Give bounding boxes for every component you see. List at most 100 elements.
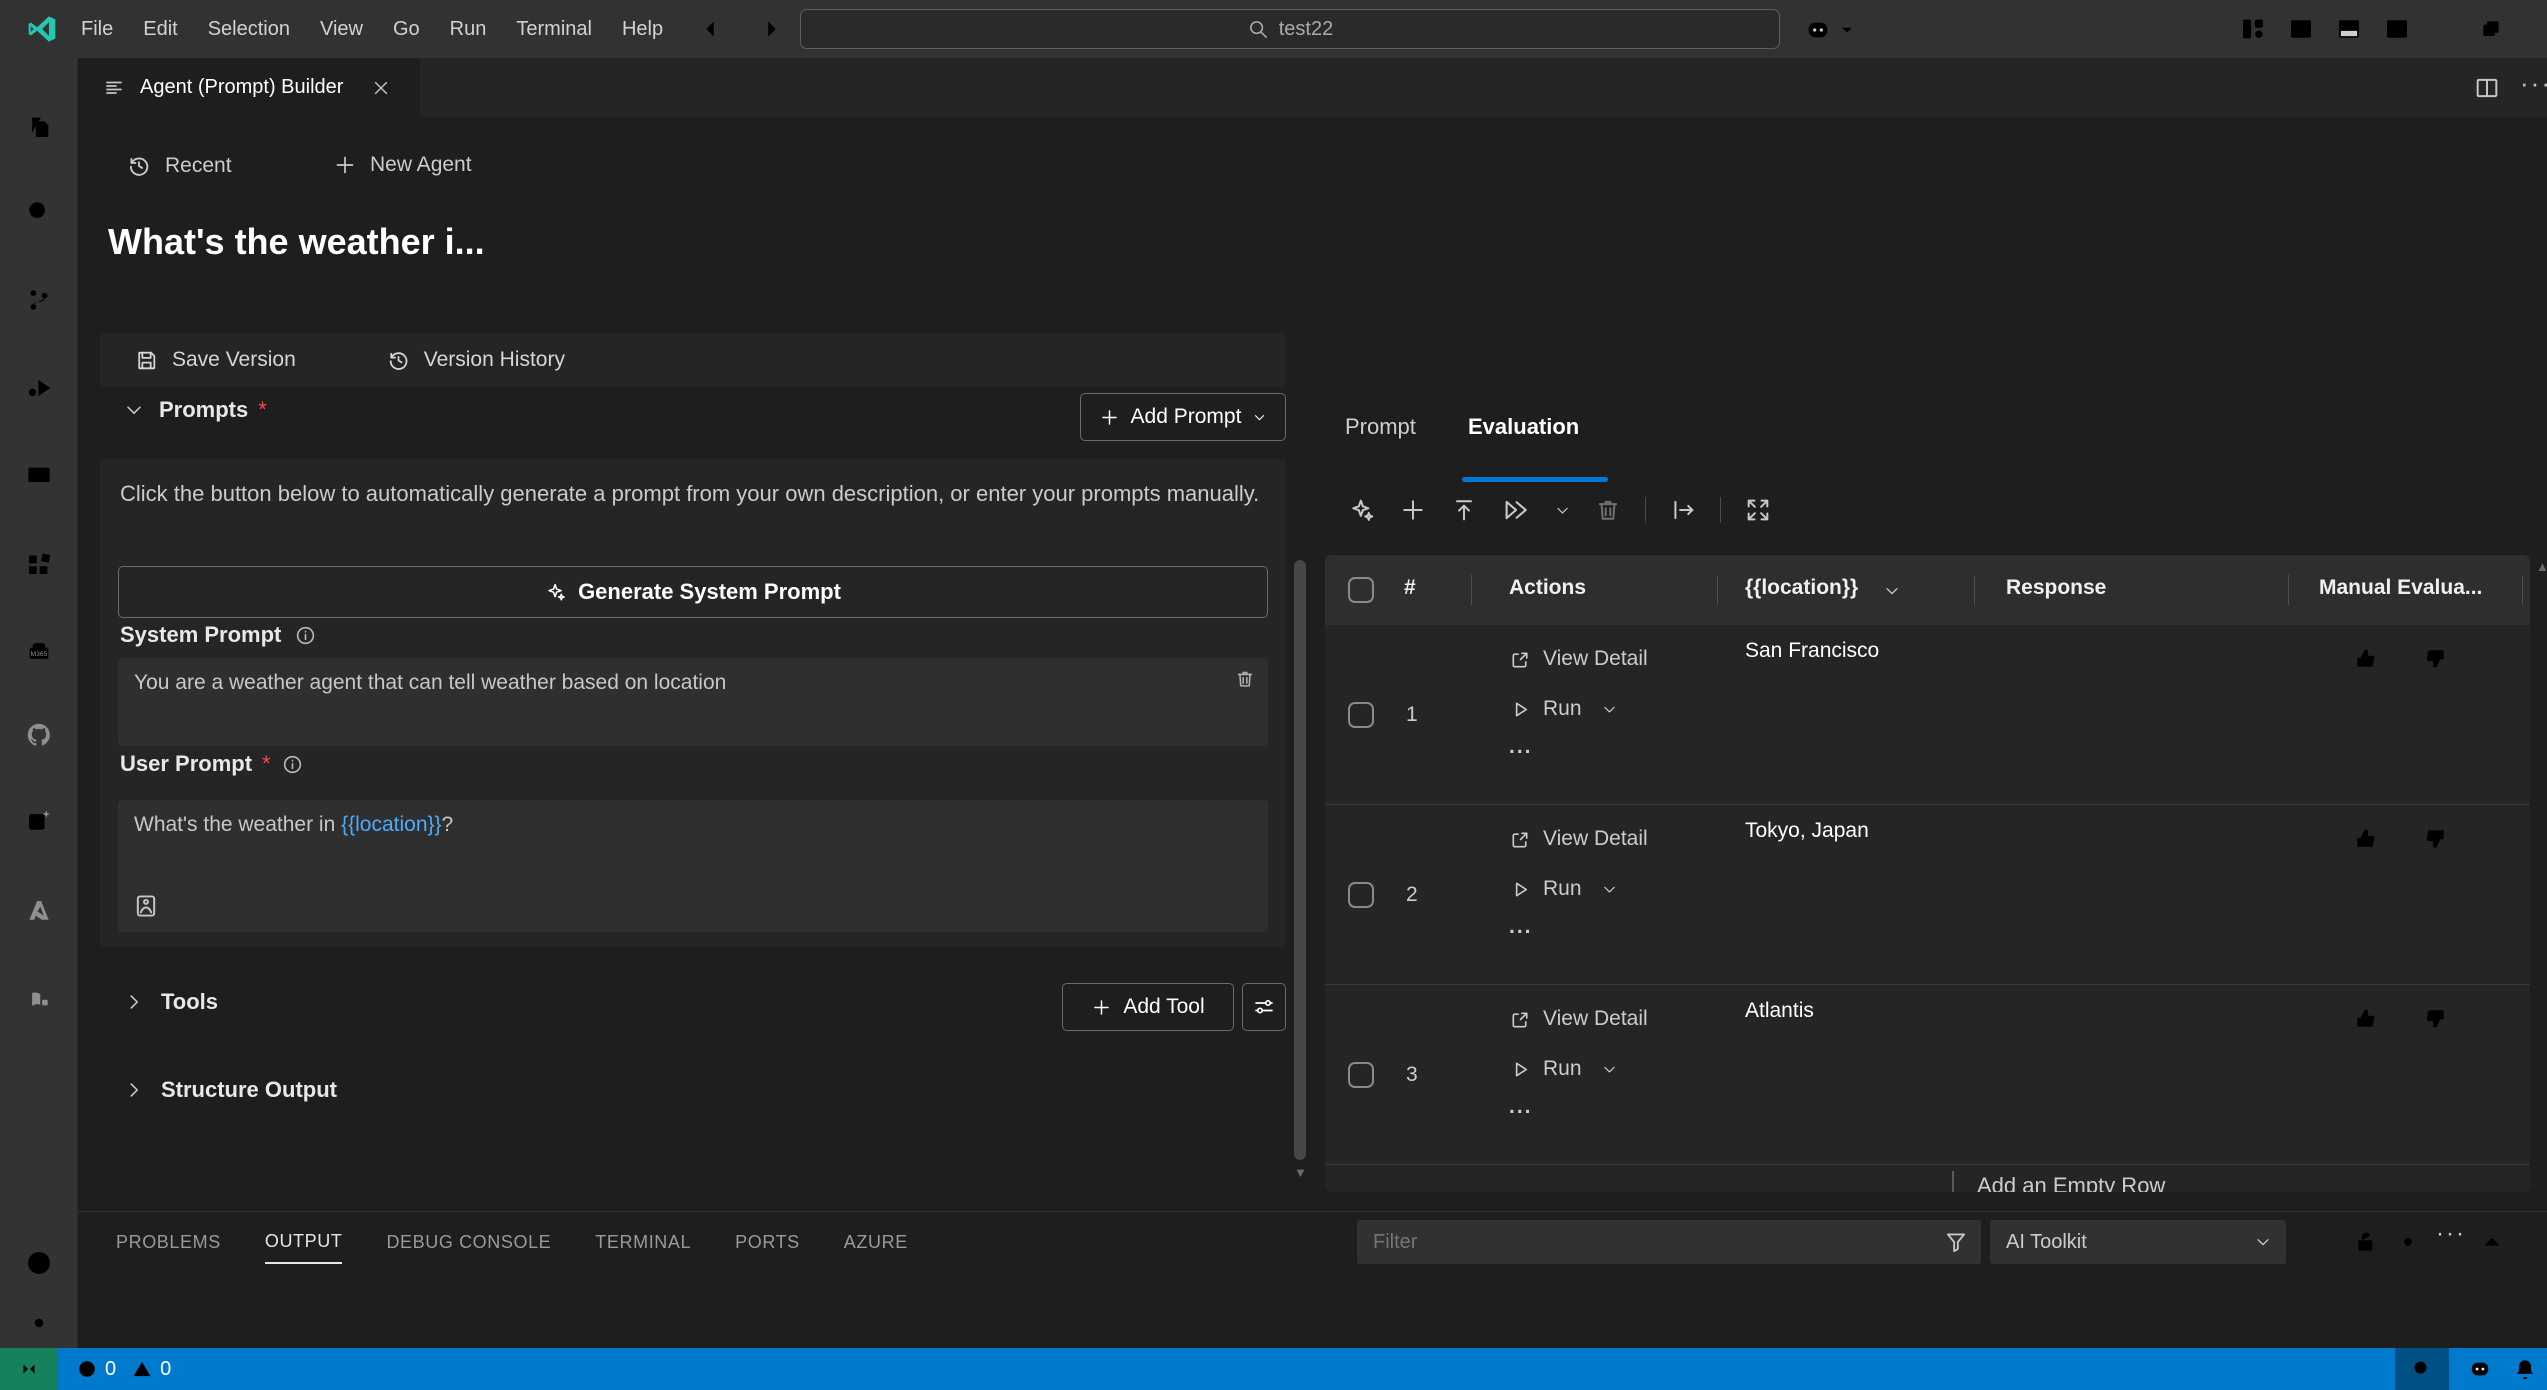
copilot-status-icon[interactable]	[2466, 1355, 2494, 1383]
menu-terminal[interactable]: Terminal	[501, 0, 607, 58]
thumbs-up-icon[interactable]	[2352, 645, 2379, 672]
clear-output-icon[interactable]	[2310, 1228, 2338, 1256]
delete-rows-icon[interactable]	[1594, 496, 1622, 524]
column-chevron-down-icon[interactable]	[1883, 582, 1901, 600]
panel-tab-output[interactable]: OUTPUT	[265, 1220, 343, 1264]
panel-tab-ports[interactable]: PORTS	[735, 1221, 800, 1263]
panel-tab-debug-console[interactable]: DEBUG CONSOLE	[386, 1221, 551, 1263]
generate-system-prompt-button[interactable]: Generate System Prompt	[118, 566, 1268, 618]
menu-help[interactable]: Help	[607, 0, 678, 58]
filter-funnel-icon[interactable]	[1943, 1229, 1969, 1255]
import-dataset-icon[interactable]	[1450, 496, 1478, 524]
panel-tab-azure[interactable]: AZURE	[844, 1221, 908, 1263]
menu-go[interactable]: Go	[378, 0, 435, 58]
run-debug-icon[interactable]	[24, 373, 54, 403]
ai-toolkit-icon[interactable]	[24, 986, 54, 1016]
select-all-checkbox[interactable]	[1348, 577, 1374, 603]
thumbs-up-icon[interactable]	[2352, 1005, 2379, 1032]
filter-input[interactable]	[1357, 1220, 1981, 1264]
row-more-button[interactable]: ...	[1509, 915, 1533, 939]
close-window-icon[interactable]	[2519, 14, 2547, 44]
row-checkbox[interactable]	[1348, 882, 1374, 908]
explorer-icon[interactable]	[24, 112, 54, 142]
run-row-button[interactable]: Run	[1509, 697, 1618, 721]
remote-explorer-icon[interactable]	[24, 462, 54, 492]
account-icon[interactable]	[24, 1248, 54, 1278]
forward-arrow-icon[interactable]	[752, 14, 782, 44]
add-empty-row-strip[interactable]: Add an Empty Row	[1325, 1165, 2530, 1192]
close-panel-icon[interactable]	[2518, 1228, 2546, 1256]
scrollbar-down-arrow-icon[interactable]: ▼	[1294, 1165, 1307, 1180]
tab-prompt[interactable]: Prompt	[1345, 414, 1416, 440]
panel-tab-terminal[interactable]: TERMINAL	[595, 1221, 691, 1263]
fullscreen-icon[interactable]	[1744, 496, 1772, 524]
attach-image-icon[interactable]	[132, 892, 160, 920]
search-sidebar-icon[interactable]	[24, 197, 54, 227]
restore-window-icon[interactable]	[2478, 16, 2504, 42]
split-editor-icon[interactable]	[2473, 74, 2501, 102]
toggle-sidebar-icon[interactable]	[2286, 14, 2316, 44]
toggle-panel-icon[interactable]	[2334, 14, 2364, 44]
m365-toolkit-icon[interactable]	[24, 637, 54, 667]
save-version-button[interactable]: Save Version	[134, 348, 296, 373]
menu-view[interactable]: View	[305, 0, 378, 58]
left-pane-scrollbar[interactable]	[1294, 560, 1306, 1160]
tab-agent-prompt-builder[interactable]: Agent (Prompt) Builder	[78, 58, 420, 117]
row-checkbox[interactable]	[1348, 702, 1374, 728]
minimize-icon[interactable]	[2430, 14, 2460, 44]
tools-section-header[interactable]: Tools	[123, 989, 218, 1015]
menu-selection[interactable]: Selection	[193, 0, 305, 58]
problems-status-item[interactable]: 0 0	[76, 1348, 171, 1390]
azure-icon[interactable]	[24, 896, 54, 926]
info-icon[interactable]	[281, 753, 304, 776]
generate-data-sparkle-icon[interactable]	[1348, 496, 1376, 524]
row-more-button[interactable]: ...	[1509, 735, 1533, 759]
unlock-scroll-icon[interactable]	[2352, 1228, 2380, 1256]
view-detail-button[interactable]: View Detail	[1509, 827, 1648, 851]
thumbs-down-icon[interactable]	[2422, 1005, 2449, 1032]
add-empty-row-label[interactable]: Add an Empty Row	[1977, 1173, 2165, 1192]
panel-more-actions-icon[interactable]: ···	[2436, 1220, 2466, 1248]
recent-button[interactable]: Recent	[126, 153, 232, 179]
run-row-button[interactable]: Run	[1509, 877, 1618, 901]
menu-run[interactable]: Run	[435, 0, 502, 58]
panel-tab-problems[interactable]: PROBLEMS	[116, 1221, 221, 1263]
copilot-icon[interactable]	[1802, 14, 1834, 46]
add-row-icon[interactable]	[1399, 496, 1427, 524]
github-icon[interactable]	[24, 720, 54, 750]
add-tool-button[interactable]: Add Tool	[1062, 983, 1234, 1031]
source-control-icon[interactable]	[24, 285, 54, 315]
run-all-icon[interactable]	[1501, 495, 1531, 525]
output-settings-gear-icon[interactable]	[2394, 1228, 2422, 1256]
system-prompt-textarea[interactable]: You are a weather agent that can tell we…	[118, 658, 1268, 746]
settings-gear-icon[interactable]	[24, 1308, 54, 1338]
trash-icon[interactable]	[1234, 668, 1256, 690]
back-arrow-icon[interactable]	[700, 14, 730, 44]
maximize-panel-chevron-icon[interactable]	[2478, 1228, 2506, 1256]
view-detail-button[interactable]: View Detail	[1509, 647, 1648, 671]
menu-edit[interactable]: Edit	[128, 0, 192, 58]
editor-more-actions-icon[interactable]: ···	[2520, 68, 2547, 99]
copilot-chevron-down-icon[interactable]	[1838, 21, 1856, 39]
command-center-search[interactable]: test22	[800, 9, 1780, 49]
tab-close-icon[interactable]	[371, 78, 391, 98]
view-detail-button[interactable]: View Detail	[1509, 1007, 1648, 1031]
customize-layout-icon[interactable]	[2238, 14, 2268, 44]
prompts-section-header[interactable]: Prompts *	[123, 397, 267, 423]
run-row-button[interactable]: Run	[1509, 1057, 1618, 1081]
menu-file[interactable]: File	[66, 0, 128, 58]
new-agent-button[interactable]: New Agent	[333, 153, 472, 177]
remote-indicator[interactable]	[0, 1348, 58, 1390]
notifications-bell-icon[interactable]	[2512, 1356, 2538, 1382]
thumbs-down-icon[interactable]	[2422, 825, 2449, 852]
column-location[interactable]: {{location}}	[1745, 576, 1858, 600]
scrollbar-up-arrow-icon[interactable]: ▲	[2536, 559, 2547, 574]
export-icon[interactable]	[1669, 496, 1697, 524]
tab-evaluation[interactable]: Evaluation	[1468, 414, 1579, 440]
toggle-secondary-sidebar-icon[interactable]	[2382, 14, 2412, 44]
extensions-icon[interactable]	[24, 550, 54, 580]
user-prompt-textarea[interactable]: What's the weather in {{location}}?	[118, 800, 1268, 932]
row-checkbox[interactable]	[1348, 1062, 1374, 1088]
version-history-button[interactable]: Version History	[386, 348, 565, 373]
thumbs-up-icon[interactable]	[2352, 825, 2379, 852]
